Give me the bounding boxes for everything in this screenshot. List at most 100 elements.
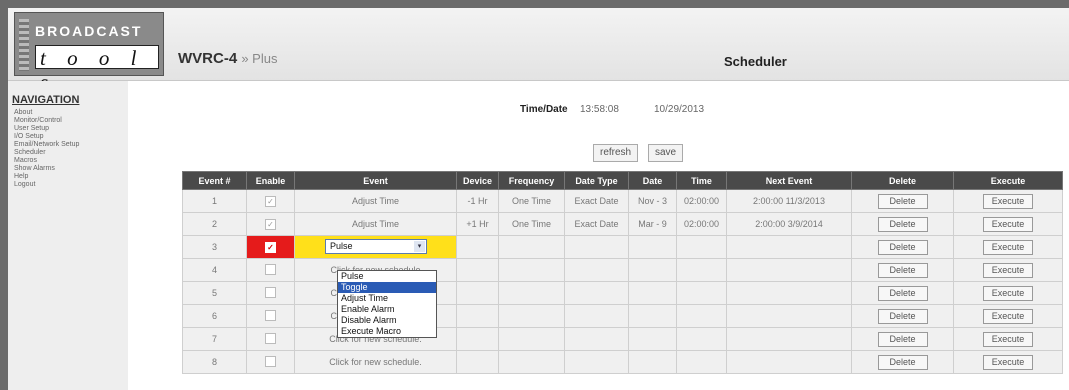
execute-button[interactable]: Execute	[983, 239, 1033, 255]
nav-item-show-alarms[interactable]: Show Alarms	[14, 165, 79, 173]
dropdown-option-disable-alarm[interactable]: Disable Alarm	[338, 315, 436, 326]
device-cell[interactable]	[456, 258, 499, 282]
dropdown-option-enable-alarm[interactable]: Enable Alarm	[338, 304, 436, 315]
nav-item-email-network-setup[interactable]: Email/Network Setup	[14, 141, 79, 149]
nav-item-macros[interactable]: Macros	[14, 157, 79, 165]
date-type-cell[interactable]	[564, 235, 629, 259]
date-type-cell[interactable]	[564, 350, 629, 374]
nav-item-scheduler[interactable]: Scheduler	[14, 149, 79, 157]
frequency-cell[interactable]	[498, 304, 565, 328]
delete-button[interactable]: Delete	[877, 216, 928, 232]
date-type-cell[interactable]	[564, 304, 629, 328]
dropdown-option-execute-macro[interactable]: Execute Macro	[338, 326, 436, 337]
device-cell[interactable]: +1 Hr	[456, 212, 499, 236]
enable-cell[interactable]: ✓	[246, 212, 295, 236]
frequency-cell[interactable]	[498, 235, 565, 259]
execute-button[interactable]: Execute	[983, 308, 1033, 324]
time-cell[interactable]: 02:00:00	[676, 212, 727, 236]
enable-checkbox[interactable]: ✓	[265, 195, 276, 207]
dropdown-option-pulse[interactable]: Pulse	[338, 271, 436, 282]
time-cell[interactable]	[676, 258, 727, 282]
nav-item-i-o-setup[interactable]: I/O Setup	[14, 133, 79, 141]
date-cell[interactable]	[628, 327, 677, 351]
save-button[interactable]: save	[648, 144, 684, 162]
execute-button[interactable]: Execute	[983, 193, 1033, 209]
frequency-cell[interactable]	[498, 350, 565, 374]
dropdown-arrow-icon[interactable]: ▾	[414, 241, 425, 252]
device-cell[interactable]	[456, 327, 499, 351]
enable-cell[interactable]	[246, 350, 295, 374]
nav-item-user-setup[interactable]: User Setup	[14, 125, 79, 133]
enable-checkbox[interactable]	[265, 286, 276, 298]
execute-button[interactable]: Execute	[983, 331, 1033, 347]
nav-item-help[interactable]: Help	[14, 173, 79, 181]
enable-checkbox[interactable]: ✓	[265, 218, 276, 230]
date-cell[interactable]: Mar - 9	[628, 212, 677, 236]
enable-cell[interactable]	[246, 327, 295, 351]
date-type-cell[interactable]: Exact Date	[564, 212, 629, 236]
time-cell[interactable]	[676, 304, 727, 328]
execute-button[interactable]: Execute	[983, 285, 1033, 301]
event-cell[interactable]: Adjust Time	[294, 212, 457, 236]
date-type-cell[interactable]	[564, 281, 629, 305]
device-cell[interactable]: -1 Hr	[456, 189, 499, 213]
device-cell[interactable]	[456, 281, 499, 305]
enable-checkbox[interactable]: ✓	[265, 241, 276, 253]
time-cell[interactable]	[676, 235, 727, 259]
date-cell[interactable]	[628, 281, 677, 305]
dropdown-option-adjust-time[interactable]: Adjust Time	[338, 293, 436, 304]
event-cell[interactable]: Pulse ▾	[294, 235, 457, 259]
frequency-cell[interactable]: One Time	[498, 212, 565, 236]
device-cell[interactable]	[456, 350, 499, 374]
enable-cell[interactable]	[246, 281, 295, 305]
event-cell[interactable]: Adjust Time	[294, 189, 457, 213]
time-value: 13:58:08	[580, 104, 619, 115]
nav-item-about[interactable]: About	[14, 109, 79, 117]
event-select[interactable]: Pulse ▾	[325, 239, 427, 254]
delete-button[interactable]: Delete	[877, 354, 928, 370]
date-type-cell[interactable]: Exact Date	[564, 189, 629, 213]
event-dropdown-list[interactable]: Pulse Toggle Adjust Time Enable Alarm Disabl…	[337, 270, 437, 338]
date-cell[interactable]	[628, 304, 677, 328]
delete-button[interactable]: Delete	[877, 239, 928, 255]
device-cell[interactable]	[456, 235, 499, 259]
enable-cell[interactable]	[246, 304, 295, 328]
delete-button[interactable]: Delete	[877, 308, 928, 324]
time-cell[interactable]	[676, 350, 727, 374]
frequency-cell[interactable]: One Time	[498, 189, 565, 213]
delete-button[interactable]: Delete	[877, 193, 928, 209]
enable-cell[interactable]	[246, 258, 295, 282]
date-type-cell[interactable]	[564, 258, 629, 282]
execute-cell: Execute	[953, 304, 1063, 328]
event-cell[interactable]: Click for new schedule.	[294, 350, 457, 374]
time-cell[interactable]	[676, 327, 727, 351]
date-type-cell[interactable]	[564, 327, 629, 351]
delete-button[interactable]: Delete	[877, 262, 928, 278]
date-cell[interactable]: Nov - 3	[628, 189, 677, 213]
frequency-cell[interactable]	[498, 327, 565, 351]
delete-button[interactable]: Delete	[877, 285, 928, 301]
execute-cell: Execute	[953, 235, 1063, 259]
delete-button[interactable]: Delete	[877, 331, 928, 347]
refresh-button[interactable]: refresh	[593, 144, 639, 162]
date-cell[interactable]	[628, 350, 677, 374]
enable-cell[interactable]: ✓	[246, 189, 295, 213]
execute-button[interactable]: Execute	[983, 216, 1033, 232]
enable-checkbox[interactable]	[265, 309, 276, 321]
enable-cell[interactable]: ✓	[246, 235, 295, 259]
date-cell[interactable]	[628, 258, 677, 282]
frequency-cell[interactable]	[498, 281, 565, 305]
time-cell[interactable]	[676, 281, 727, 305]
nav-item-logout[interactable]: Logout	[14, 181, 79, 189]
execute-button[interactable]: Execute	[983, 354, 1033, 370]
execute-button[interactable]: Execute	[983, 262, 1033, 278]
dropdown-option-toggle[interactable]: Toggle	[338, 282, 436, 293]
enable-checkbox[interactable]	[265, 332, 276, 344]
time-cell[interactable]: 02:00:00	[676, 189, 727, 213]
enable-checkbox[interactable]	[265, 355, 276, 367]
device-cell[interactable]	[456, 304, 499, 328]
frequency-cell[interactable]	[498, 258, 565, 282]
nav-item-monitor-control[interactable]: Monitor/Control	[14, 117, 79, 125]
date-cell[interactable]	[628, 235, 677, 259]
enable-checkbox[interactable]	[265, 263, 276, 275]
